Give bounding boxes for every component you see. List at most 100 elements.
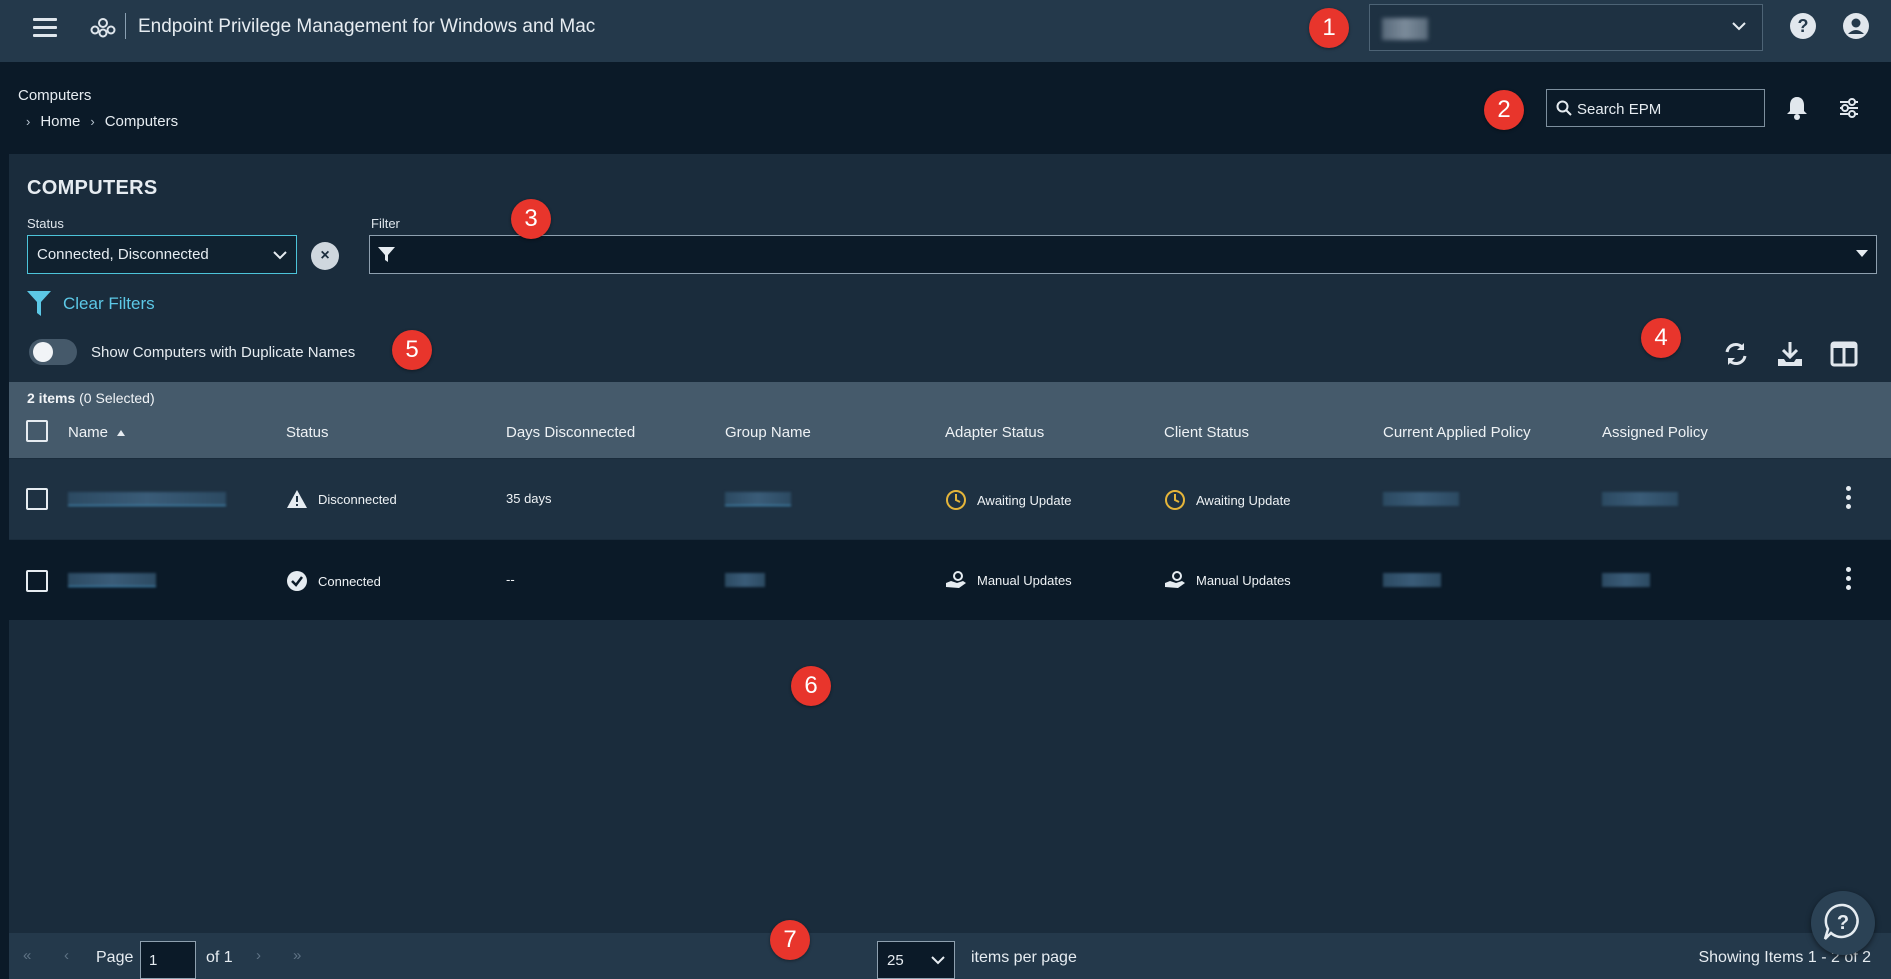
annotation-badge-2: 2 [1484,90,1524,130]
column-header-adapter-status[interactable]: Adapter Status [945,424,1044,441]
logo-icon [90,18,116,38]
page-number-input[interactable] [140,941,196,979]
clear-status-icon[interactable]: × [311,242,339,270]
top-bar: Endpoint Privilege Management for Window… [0,0,1891,62]
column-header-current-applied-policy[interactable]: Current Applied Policy [1383,424,1531,441]
column-header-assigned-policy[interactable]: Assigned Policy [1602,424,1708,441]
svg-text:?: ? [1837,912,1849,934]
table-header: 2 items (0 Selected) Name Status Days Di… [9,382,1891,458]
status-select[interactable]: Connected, Disconnected [27,235,297,274]
chevron-right-icon: › [90,114,95,129]
duplicate-names-toggle-row: Show Computers with Duplicate Names [29,339,355,365]
page-title: COMPUTERS [27,177,158,199]
computer-name-link[interactable] [68,492,226,506]
status-cell: Connected [286,570,381,592]
duplicate-names-toggle[interactable] [29,339,77,365]
column-header-client-status[interactable]: Client Status [1164,424,1249,441]
items-per-page-select[interactable]: 25 [877,941,955,979]
funnel-icon [27,291,51,316]
hamburger-menu-icon[interactable] [33,18,57,38]
select-all-checkbox[interactable] [26,420,48,442]
annotation-badge-3: 3 [511,199,551,239]
duplicate-names-label: Show Computers with Duplicate Names [91,343,356,361]
chevron-down-icon [1732,22,1746,31]
adapter-status-cell: Awaiting Update [945,489,1071,511]
filter-input[interactable] [369,235,1877,274]
status-text: Disconnected [318,491,397,507]
sort-ascending-icon [117,430,126,437]
column-header-name[interactable]: Name [68,424,126,441]
hand-gear-icon [1165,571,1185,588]
column-header-status[interactable]: Status [286,424,329,441]
status-text: Connected [318,573,381,589]
caret-down-icon [1856,250,1868,257]
app-title: Endpoint Privilege Management for Window… [138,16,596,37]
row-actions-kebab-icon[interactable] [1846,567,1852,593]
table-row[interactable]: Connected -- Manual Updates Manual Updat… [9,540,1891,620]
filter-label: Filter [371,216,400,231]
clock-icon [1165,490,1185,510]
next-page-icon[interactable]: › [256,947,261,964]
bell-icon[interactable] [1785,95,1809,121]
row-checkbox[interactable] [26,488,48,510]
search-input[interactable] [1577,96,1757,122]
search-box[interactable] [1546,89,1765,127]
group-name-link[interactable] [725,492,791,506]
assigned-policy-link[interactable] [1602,573,1650,587]
last-page-icon[interactable]: » [293,947,301,964]
settings-sliders-icon[interactable] [1838,97,1860,119]
client-status-cell: Manual Updates [1164,570,1291,590]
chevron-down-icon [273,251,287,260]
client-status-cell: Awaiting Update [1164,489,1290,511]
logo-divider [125,13,126,39]
breadcrumb-home[interactable]: Home [40,113,80,130]
chat-question-icon: ? [1823,903,1859,940]
tenant-select[interactable] [1369,4,1763,51]
computers-panel: COMPUTERS Status Connected, Disconnected… [9,154,1891,979]
clear-filters-label: Clear Filters [63,294,155,313]
adapter-status-text: Awaiting Update [977,492,1072,508]
breadcrumb-computers[interactable]: Computers [105,113,178,130]
page-total: of 1 [206,949,233,966]
table-row[interactable]: Disconnected 35 days Awaiting Update Awa… [9,459,1891,539]
items-per-page-value: 25 [887,952,904,969]
annotation-badge-5: 5 [392,330,432,370]
client-status-text: Manual Updates [1196,572,1291,588]
current-policy-link[interactable] [1383,573,1441,587]
help-icon[interactable]: ? [1790,13,1816,39]
chat-help-button[interactable]: ? [1811,891,1875,955]
pagination-bar: « ‹ Page of 1 › » 25 items per page Show… [9,933,1891,979]
chevron-right-icon: › [26,114,31,129]
row-checkbox[interactable] [26,570,48,592]
column-header-days-disconnected[interactable]: Days Disconnected [506,424,635,441]
breadcrumb: › Home › Computers [26,113,178,130]
download-icon[interactable] [1776,340,1804,368]
row-actions-kebab-icon[interactable] [1846,486,1852,512]
items-per-page-label: items per page [971,949,1077,966]
client-status-text: Awaiting Update [1196,492,1291,508]
warning-icon [287,490,307,508]
funnel-icon [378,247,395,262]
status-select-value: Connected, Disconnected [37,246,209,263]
adapter-status-cell: Manual Updates [945,570,1072,590]
columns-icon[interactable] [1830,340,1858,368]
breadcrumb-title: Computers [18,87,92,104]
assigned-policy-link[interactable] [1602,492,1678,506]
first-page-icon[interactable]: « [23,947,31,964]
column-header-group-name[interactable]: Group Name [725,424,811,441]
search-icon [1556,100,1572,116]
previous-page-icon[interactable]: ‹ [64,947,69,964]
computer-name-link[interactable] [68,573,156,587]
clear-filters-button[interactable]: Clear Filters [27,289,155,319]
refresh-icon[interactable] [1722,340,1750,368]
chevron-down-icon [931,956,945,965]
tenant-name-redacted [1382,18,1428,40]
adapter-status-text: Manual Updates [977,572,1072,588]
user-account-icon[interactable] [1843,13,1869,39]
status-label: Status [27,216,64,231]
current-policy-link[interactable] [1383,492,1459,506]
group-name-link[interactable] [725,573,765,587]
annotation-badge-6: 6 [791,666,831,706]
clock-icon [946,490,966,510]
item-count: 2 items (0 Selected) [27,390,155,406]
